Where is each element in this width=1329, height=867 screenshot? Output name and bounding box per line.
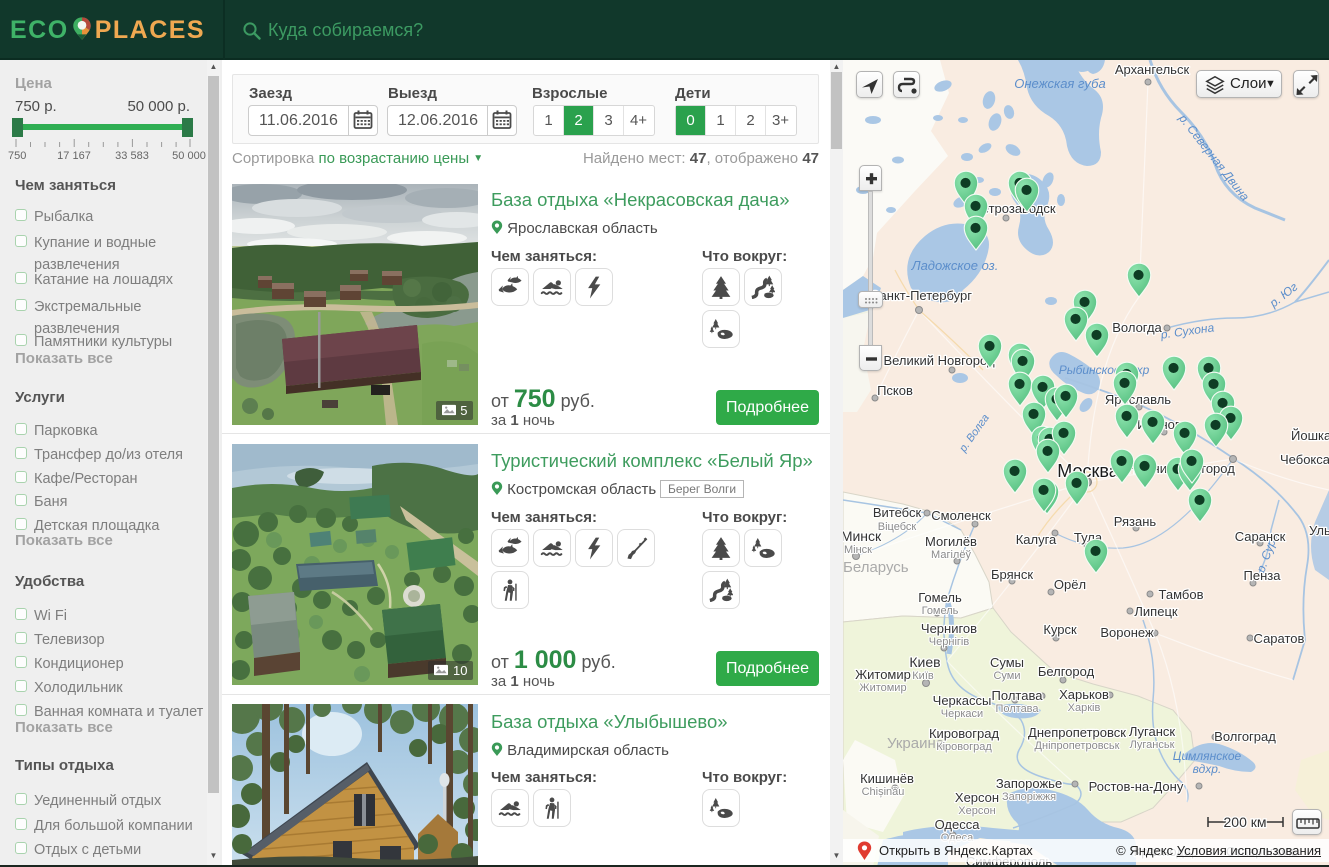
svg-text:Запоріжжя: Запоріжжя [1002, 791, 1056, 803]
svg-text:Беларусь: Беларусь [843, 559, 909, 576]
svg-text:Харьков: Харьков [1059, 687, 1109, 702]
svg-text:Полтава: Полтава [992, 688, 1044, 703]
svg-text:Полтава: Полтава [995, 703, 1039, 715]
svg-text:Ростов-на-Дону: Ростов-на-Дону [1089, 779, 1184, 794]
svg-text:Тамбов: Тамбов [1159, 587, 1204, 602]
svg-text:Херсон: Херсон [955, 790, 999, 805]
svg-text:Кишинёв: Кишинёв [860, 771, 914, 786]
svg-text:Луганськ: Луганськ [1130, 739, 1175, 751]
svg-text:Ладожское оз.: Ладожское оз. [911, 258, 999, 273]
svg-text:Chișinău: Chișinău [862, 786, 905, 798]
svg-text:вдхр.: вдхр. [1193, 762, 1222, 776]
svg-text:Житомир: Житомир [855, 667, 911, 682]
svg-text:Херсон: Херсон [958, 805, 995, 817]
svg-text:Брянск: Брянск [991, 567, 1033, 582]
svg-text:Одесса: Одесса [935, 817, 981, 832]
svg-text:Саранск: Саранск [1235, 529, 1286, 544]
svg-text:Великий Новгород: Великий Новгород [883, 353, 995, 368]
svg-text:Черкассы: Черкассы [933, 693, 992, 708]
svg-text:Днепропетровск: Днепропетровск [1028, 725, 1126, 740]
svg-text:Псков: Псков [877, 383, 913, 398]
svg-text:Гомель: Гомель [918, 590, 962, 605]
svg-text:Курск: Курск [1043, 622, 1077, 637]
svg-text:Запорожье: Запорожье [996, 776, 1062, 791]
svg-text:200 км: 200 км [1224, 814, 1267, 830]
svg-text:Чернігів: Чернігів [929, 636, 970, 648]
svg-text:Віцебск: Віцебск [878, 521, 917, 533]
svg-text:Онежская губа: Онежская губа [1014, 76, 1105, 91]
svg-text:Сумы: Сумы [990, 655, 1024, 670]
svg-text:Ярославль: Ярославль [1105, 392, 1171, 407]
svg-text:Волгоград: Волгоград [1214, 729, 1276, 744]
svg-text:Вологда: Вологда [1112, 320, 1162, 335]
svg-text:Харків: Харків [1068, 702, 1101, 714]
svg-text:Калуга: Калуга [1016, 532, 1057, 547]
svg-text:Чебоксары: Чебоксары [1280, 452, 1329, 467]
svg-text:Мінск: Мінск [844, 544, 872, 556]
svg-text:Воронеж: Воронеж [1100, 625, 1154, 640]
svg-text:Йошкар: Йошкар [1291, 428, 1329, 443]
svg-text:Липецк: Липецк [1134, 604, 1178, 619]
svg-text:Витебск: Витебск [873, 505, 922, 520]
svg-text:Белгород: Белгород [1038, 664, 1095, 679]
svg-text:Суми: Суми [993, 670, 1020, 682]
svg-text:Рязань: Рязань [1114, 514, 1157, 529]
svg-text:Житомир: Житомир [859, 682, 906, 694]
svg-text:Магілёў: Магілёў [931, 549, 971, 561]
svg-text:Чернигов: Чернигов [921, 621, 977, 636]
svg-text:Архангельск: Архангельск [1115, 62, 1190, 77]
svg-text:Орёл: Орёл [1054, 577, 1086, 592]
svg-text:Черкаси: Черкаси [941, 708, 983, 720]
svg-text:Кировоград: Кировоград [929, 726, 999, 741]
svg-text:Минск: Минск [843, 528, 882, 544]
svg-text:Кіровоград: Кіровоград [936, 741, 992, 753]
svg-text:Київ: Київ [912, 670, 934, 682]
svg-text:Луганск: Луганск [1129, 724, 1176, 739]
svg-text:Ульян: Ульян [1309, 523, 1329, 538]
svg-text:Дніпропетровськ: Дніпропетровськ [1035, 740, 1120, 752]
svg-text:Пенза: Пенза [1244, 568, 1282, 583]
svg-text:Могилёв: Могилёв [925, 534, 977, 549]
svg-text:Санкт-Петербург: Санкт-Петербург [870, 288, 972, 303]
svg-text:Саратов: Саратов [1254, 631, 1305, 646]
svg-text:Смоленск: Смоленск [931, 508, 991, 523]
svg-text:Гомель: Гомель [922, 605, 959, 617]
svg-text:Цимлянское: Цимлянское [1173, 749, 1242, 763]
svg-text:Киев: Киев [909, 654, 940, 670]
